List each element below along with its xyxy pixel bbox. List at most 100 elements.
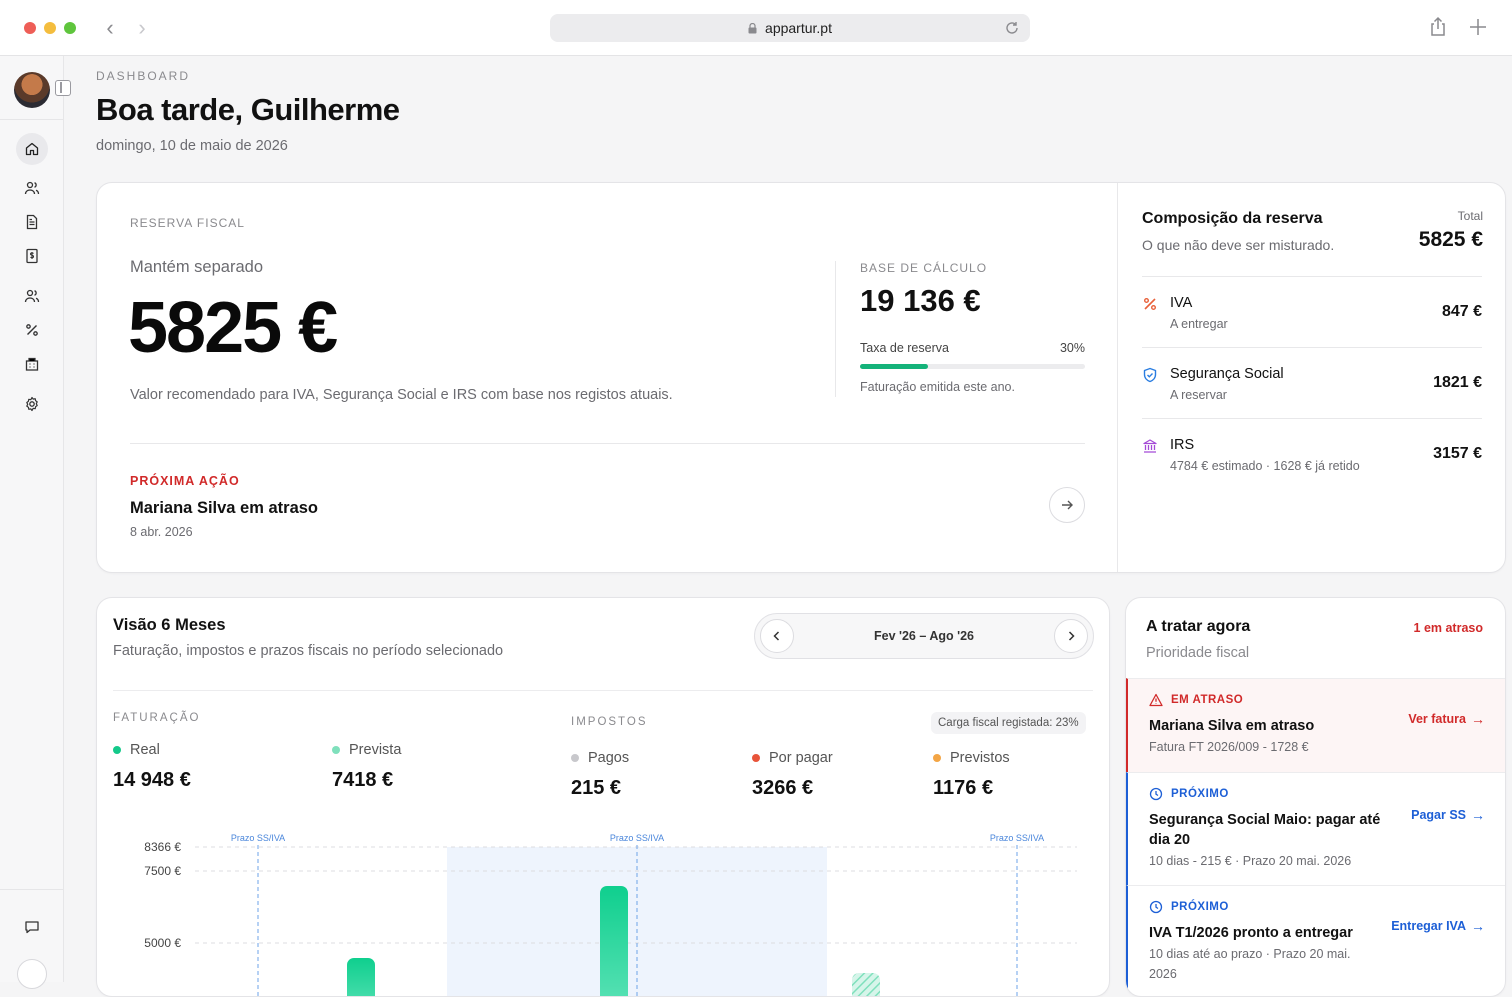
next-action-button[interactable] — [1049, 487, 1085, 523]
todo-item-title: Segurança Social Maio: pagar até dia 20 — [1149, 812, 1381, 848]
percent-icon — [1144, 298, 1156, 310]
divider — [130, 443, 1085, 444]
metric-value: 7418 € — [332, 769, 394, 791]
todo-item-overdue[interactable]: EM ATRASO Mariana Silva em atraso Fatura… — [1126, 678, 1505, 772]
composition-value: 1821 € — [1433, 374, 1482, 391]
todo-tag-label: PRÓXIMO — [1171, 901, 1229, 913]
close-window-button[interactable] — [24, 22, 36, 34]
rate-progress-fill — [860, 364, 928, 369]
sidebar-item-invoices[interactable] — [20, 244, 44, 268]
message-icon — [25, 921, 39, 934]
sidebar-item-home[interactable] — [16, 133, 48, 165]
composition-note: A entregar — [1170, 317, 1228, 331]
divider — [113, 690, 1093, 691]
todo-item-title: Mariana Silva em atraso — [1149, 718, 1315, 734]
sidebar-item-feedback[interactable] — [20, 915, 44, 939]
sidebar-item-settings[interactable] — [20, 392, 44, 416]
composition-row-ss: Segurança Social A reservar 1821 € — [1142, 347, 1482, 418]
user-menu-button[interactable] — [17, 959, 47, 989]
sidebar-item-properties[interactable] — [20, 352, 44, 376]
back-icon[interactable]: ‹ — [98, 14, 122, 42]
shield-icon — [1143, 367, 1157, 383]
six-months-title: Visão 6 Meses — [113, 616, 226, 634]
reserve-description: Valor recomendado para IVA, Segurança So… — [130, 387, 673, 403]
base-amount: 19 136 € — [860, 283, 981, 318]
metric-label: Por pagar — [769, 750, 833, 766]
sidebar-toggle-icon[interactable] — [55, 80, 71, 96]
todo-item-meta: 10 dias até ao prazo · Prazo 20 mai. 202… — [1149, 947, 1351, 981]
composition-panel: Composição da reserva O que não deve ser… — [1117, 183, 1505, 572]
avatar[interactable] — [14, 72, 50, 108]
team-icon — [24, 289, 40, 303]
browser-toolbar: ‹ › appartur.pt — [0, 0, 1512, 56]
pay-ss-link[interactable]: Pagar SS → — [1411, 807, 1485, 823]
todo-tag-label: EM ATRASO — [1171, 694, 1244, 706]
next-action-label: PRÓXIMA AÇÃO — [130, 474, 240, 488]
minimize-window-button[interactable] — [44, 22, 56, 34]
sidebar-item-clients[interactable] — [20, 176, 44, 200]
todo-item-upcoming[interactable]: PRÓXIMO IVA T1/2026 pronto a entregar 10… — [1126, 885, 1505, 996]
composition-total-label: Total — [1457, 209, 1483, 223]
metric-label: Previstos — [950, 750, 1010, 766]
deadline-label: Prazo SS/IVA — [610, 833, 664, 843]
reserve-subtitle: Mantém separado — [130, 258, 263, 276]
invoice-icon — [26, 248, 38, 264]
period-selector: Fev '26 – Ago '26 — [754, 613, 1094, 659]
period-label: Fev '26 – Ago '26 — [874, 629, 974, 643]
composition-row-irs: IRS 4784 € estimado · 1628 € já retido 3… — [1142, 418, 1482, 489]
composition-value: 847 € — [1441, 303, 1482, 320]
new-tab-icon[interactable] — [1467, 16, 1489, 38]
reserve-amount: 5825 € — [128, 288, 338, 368]
metric-label: Real — [130, 742, 160, 758]
chart-bar-real — [347, 958, 375, 996]
legend-dot — [752, 754, 760, 762]
view-invoice-link[interactable]: Ver fatura → — [1408, 711, 1485, 727]
lock-icon — [748, 22, 757, 33]
metric-value: 1176 € — [933, 777, 994, 799]
url-text: appartur.pt — [765, 20, 832, 36]
todo-item-upcoming[interactable]: PRÓXIMO Segurança Social Maio: pagar até… — [1126, 772, 1505, 885]
legend-dot — [332, 746, 340, 754]
next-action-date: 8 abr. 2026 — [130, 525, 193, 539]
chevron-right-icon — [1068, 631, 1075, 641]
arrow-right-icon: → — [1471, 807, 1485, 823]
zoom-window-button[interactable] — [64, 22, 76, 34]
metric-pagos: Pagos — [571, 750, 629, 766]
forward-icon[interactable]: › — [130, 14, 154, 42]
next-period-button[interactable] — [1054, 619, 1088, 653]
composition-total: 5825 € — [1418, 228, 1483, 251]
todo-item-meta: 10 dias - 215 € · Prazo 20 mai. 2026 — [1149, 854, 1352, 868]
todo-card: A tratar agora Prioridade fiscal 1 em at… — [1125, 597, 1506, 997]
page-title: Boa tarde, Guilherme — [96, 92, 400, 127]
reserve-card: RESERVA FISCAL Mantém separado 5825 € Va… — [96, 182, 1506, 573]
sidebar — [0, 56, 71, 989]
y-tick-label: 8366 € — [144, 840, 181, 854]
composition-note: 4784 € estimado · 1628 € já retido — [1170, 459, 1360, 473]
address-bar[interactable]: appartur.pt — [550, 14, 1030, 42]
warning-icon — [1149, 693, 1163, 707]
metric-label: Pagos — [588, 750, 630, 766]
home-icon — [25, 142, 39, 156]
metric-value: 215 € — [571, 777, 622, 799]
arrow-right-icon: → — [1471, 918, 1485, 934]
metric-real: Real — [113, 742, 160, 758]
share-icon[interactable] — [1427, 16, 1449, 38]
overdue-count-badge: 1 em atraso — [1413, 621, 1483, 635]
reload-icon[interactable] — [1004, 20, 1020, 36]
chart-bar-prevista — [852, 973, 880, 996]
page-date: domingo, 10 de maio de 2026 — [96, 138, 288, 154]
sidebar-item-taxes[interactable] — [20, 318, 44, 342]
metric-prevista: Prevista — [332, 742, 401, 758]
legend-dot — [933, 754, 941, 762]
y-tick-label: 7500 € — [144, 864, 181, 878]
metric-value: 3266 € — [752, 777, 814, 799]
sidebar-item-documents[interactable] — [20, 210, 44, 234]
composition-name: IVA — [1170, 295, 1193, 311]
deadline-label: Prazo SS/IVA — [231, 833, 285, 843]
base-label: BASE DE CÁLCULO — [860, 261, 988, 275]
y-tick-label: 5000 € — [144, 936, 181, 950]
submit-iva-link[interactable]: Entregar IVA → — [1391, 918, 1485, 934]
sidebar-divider — [0, 119, 63, 120]
sidebar-item-team[interactable] — [20, 284, 44, 308]
next-action-title[interactable]: Mariana Silva em atraso — [130, 499, 318, 518]
